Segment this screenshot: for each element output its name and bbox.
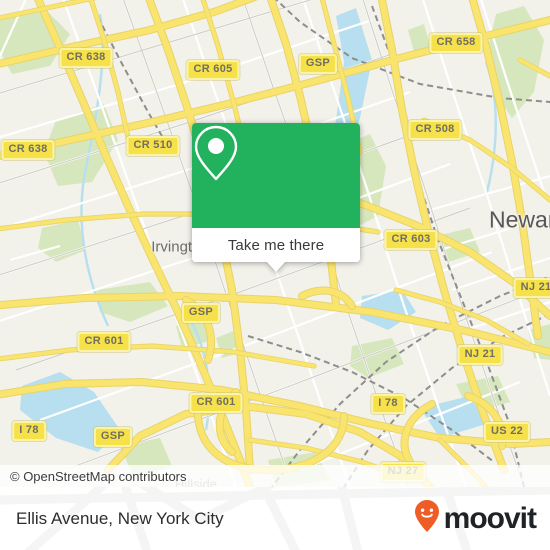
road-shield: CR 508 (408, 120, 462, 140)
road-shield: I 78 (371, 394, 405, 414)
road-shield: CR 601 (189, 393, 243, 413)
moovit-wordmark: moovit (443, 501, 537, 535)
footer-content: Ellis Avenue, New York City moovit (0, 487, 550, 550)
road-shield: GSP (298, 54, 338, 74)
popup-hero (192, 123, 360, 228)
moovit-logo[interactable]: moovit (414, 499, 537, 538)
road-shield: GSP (181, 303, 221, 323)
road-shield: US 22 (483, 422, 531, 442)
take-me-there-button[interactable]: Take me there (192, 228, 360, 262)
road-shield: CR 658 (429, 33, 483, 53)
moovit-map-screen: .w{fill:none;stroke:#ffffff;stroke-width… (0, 0, 550, 550)
take-me-there-label: Take me there (227, 236, 325, 254)
map-attribution-bar: © OpenStreetMap contributors (0, 465, 550, 487)
road-shield: CR 638 (59, 48, 113, 68)
road-shield: CR 603 (384, 230, 438, 250)
popup-pointer-triangle (267, 262, 285, 272)
road-shield: CR 638 (1, 140, 55, 160)
footer-bar: Ellis Avenue, New York City moovit (0, 487, 550, 550)
road-shield: I 78 (12, 421, 46, 441)
location-popup-card[interactable]: Take me there (192, 123, 360, 272)
attribution-text: © OpenStreetMap contributors (10, 468, 187, 484)
moovit-pin-smiley-icon (414, 499, 440, 538)
road-shield: CR 601 (77, 332, 131, 352)
road-shield: NJ 21 (513, 278, 550, 298)
map-canvas[interactable]: .w{fill:none;stroke:#ffffff;stroke-width… (0, 0, 550, 487)
place-label: Newark (489, 206, 550, 233)
page-title: Ellis Avenue, New York City (16, 508, 224, 528)
road-shield: CR 605 (186, 60, 240, 80)
road-shield: CR 510 (126, 136, 180, 156)
popup-body: Take me there (192, 123, 360, 262)
road-shield: GSP (93, 427, 133, 447)
road-shield: NJ 21 (457, 345, 503, 365)
